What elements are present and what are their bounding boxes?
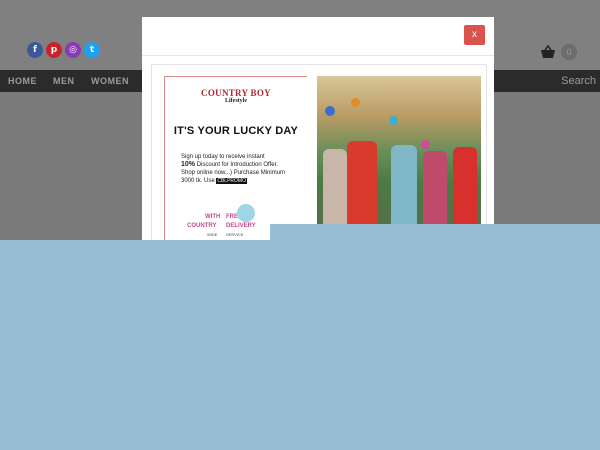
cart-count-badge: 0 (561, 44, 577, 60)
promo-code: CBLPROMO (216, 178, 247, 184)
banner-photo (317, 76, 481, 241)
promo-text: Sign up today to receive instant 10% Dis… (181, 154, 286, 184)
cart-icon[interactable] (540, 45, 556, 59)
modal-divider (142, 55, 494, 56)
nav-item-women[interactable]: WOMEN (91, 70, 129, 92)
close-button[interactable]: x (464, 25, 485, 45)
social-links: f p ◎ t (27, 42, 100, 58)
overlay-panel-edge (270, 224, 600, 240)
brand-subtitle: Lifestyle (225, 98, 247, 104)
banner-text-panel: COUNTRY BOY Lifestyle IT'S YOUR LUCKY DA… (164, 76, 307, 242)
instagram-icon[interactable]: ◎ (65, 42, 81, 58)
nav-search[interactable]: Search (561, 70, 596, 92)
promo-modal: x COUNTRY BOY Lifestyle IT'S YOUR LUCKY … (142, 17, 494, 242)
overlay-panel (0, 240, 600, 450)
banner-headline: IT'S YOUR LUCKY DAY (173, 125, 299, 137)
facebook-icon[interactable]: f (27, 42, 43, 58)
twitter-icon[interactable]: t (84, 42, 100, 58)
pinterest-icon[interactable]: p (46, 42, 62, 58)
nav-item-home[interactable]: HOME (8, 70, 37, 92)
brand-logo: COUNTRY BOY (201, 88, 271, 98)
promo-banner[interactable]: COUNTRY BOY Lifestyle IT'S YOUR LUCKY DA… (151, 64, 487, 242)
nav-item-men[interactable]: MEN (53, 70, 75, 92)
delivery-box-icon (237, 204, 255, 222)
